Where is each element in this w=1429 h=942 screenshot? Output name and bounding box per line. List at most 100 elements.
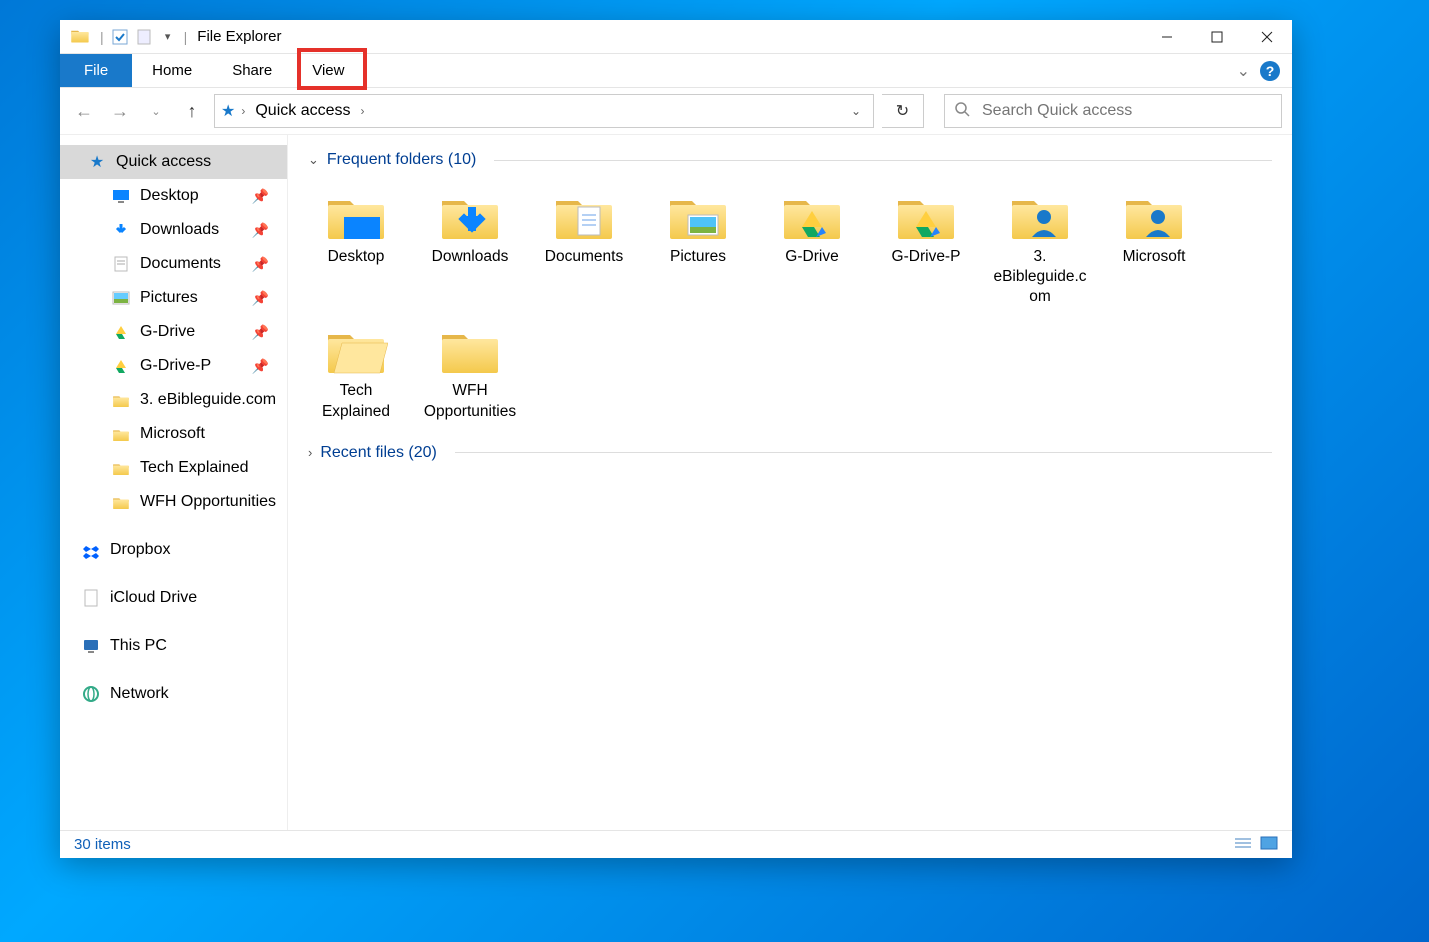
tree-item[interactable]: Downloads 📌 — [74, 213, 287, 247]
tree-network[interactable]: Network — [60, 677, 287, 711]
download-icon — [434, 185, 506, 241]
folder-label: G-Drive — [785, 247, 838, 267]
gdrive-icon — [112, 323, 130, 341]
tree-item[interactable]: G-Drive-P📌 — [74, 349, 287, 383]
tab-home[interactable]: Home — [132, 54, 212, 87]
folder-label: 3. eBibleguide.com — [992, 247, 1088, 307]
back-button[interactable]: ← — [70, 97, 98, 125]
folder-item[interactable]: Tech Explained — [308, 313, 404, 421]
qat-doc-icon[interactable] — [134, 27, 154, 47]
folder-item[interactable]: Microsoft — [1106, 179, 1202, 307]
address-dropdown-icon[interactable]: ⌄ — [845, 104, 867, 118]
quick-access-star-icon: ★ — [221, 101, 235, 121]
close-button[interactable] — [1242, 20, 1292, 53]
section-recent-files[interactable]: › Recent files (20) — [308, 444, 1272, 462]
tree-item[interactable]: Desktop📌 — [74, 179, 287, 213]
folder-item[interactable]: Pictures — [650, 179, 746, 307]
chevron-right-icon[interactable]: › — [358, 104, 366, 118]
tree-label: iCloud Drive — [110, 589, 197, 607]
expand-icon: › — [308, 445, 312, 460]
titlebar: | ▾ | File Explorer — [60, 20, 1292, 54]
document-icon — [82, 589, 100, 607]
desktop-icon — [320, 185, 392, 241]
tree-item[interactable]: WFH Opportunities — [74, 485, 287, 519]
folder-item[interactable]: Documents — [536, 179, 632, 307]
address-bar[interactable]: ★ › Quick access › ⌄ — [214, 94, 874, 128]
tree-item[interactable]: Pictures 📌 — [74, 281, 287, 315]
collapse-icon: ⌄ — [308, 152, 319, 168]
folder-label: Documents — [545, 247, 623, 267]
section-frequent-folders[interactable]: ⌄ Frequent folders (10) — [308, 151, 1272, 169]
tree-item-label: Desktop — [140, 187, 199, 205]
computer-icon — [82, 637, 100, 655]
tree-this-pc[interactable]: This PC — [60, 629, 287, 663]
tree-dropbox[interactable]: Dropbox — [60, 533, 287, 567]
pin-icon: 📌 — [252, 222, 287, 239]
ribbon-expand-icon[interactable]: ⌄ — [1237, 61, 1250, 81]
qat-dropdown-icon[interactable]: ▾ — [158, 27, 178, 47]
folder-item[interactable]: G-Drive-P — [878, 179, 974, 307]
search-icon — [955, 102, 970, 121]
tree-quick-access[interactable]: ★ Quick access — [60, 145, 287, 179]
star-icon: ★ — [88, 153, 106, 171]
qat-checkbox-icon[interactable] — [110, 27, 130, 47]
separator: | — [100, 29, 104, 45]
folder-label: Pictures — [670, 247, 726, 267]
tree-item-label: Microsoft — [140, 425, 205, 443]
tree-item[interactable]: Documents📌 — [74, 247, 287, 281]
search-input[interactable] — [982, 102, 1271, 120]
tree-item[interactable]: Tech Explained — [74, 451, 287, 485]
separator: | — [184, 29, 188, 45]
tab-share[interactable]: Share — [212, 54, 292, 87]
folder-icon — [112, 493, 130, 511]
maximize-button[interactable] — [1192, 20, 1242, 53]
network-icon — [82, 685, 100, 703]
forward-button[interactable]: → — [106, 97, 134, 125]
navigation-tree: ★ Quick access Desktop📌Downloads📌Documen… — [60, 135, 288, 830]
chevron-right-icon[interactable]: › — [239, 104, 247, 118]
tree-item-label: Downloads — [140, 221, 219, 239]
tree-item[interactable]: 3. eBibleguide.com — [74, 383, 287, 417]
tree-label: Network — [110, 685, 169, 703]
folder-item[interactable]: Downloads — [422, 179, 518, 307]
file-explorer-window: | ▾ | File Explorer File Home Share View — [60, 20, 1292, 858]
help-icon[interactable]: ? — [1260, 61, 1280, 81]
folder-item[interactable]: G-Drive — [764, 179, 860, 307]
view-large-icons-button[interactable] — [1260, 836, 1278, 854]
folder-item[interactable]: 3. eBibleguide.com — [992, 179, 1088, 307]
tree-item[interactable]: Microsoft — [74, 417, 287, 451]
search-box[interactable] — [944, 94, 1282, 128]
person-icon — [1004, 185, 1076, 241]
tree-icloud[interactable]: iCloud Drive — [60, 581, 287, 615]
tab-view[interactable]: View — [292, 54, 364, 87]
status-bar: 30 items — [60, 830, 1292, 858]
folder-grid: Desktop Downloads Documents Pictures G-Drive… — [308, 179, 1272, 422]
person-icon — [1118, 185, 1190, 241]
tree-item-label: Pictures — [140, 289, 198, 307]
folder-label: WFH Opportunities — [422, 381, 518, 421]
section-title: Recent files (20) — [320, 444, 437, 462]
tree-item-label: G-Drive-P — [140, 357, 211, 375]
breadcrumb-location[interactable]: Quick access — [251, 102, 354, 120]
tree-label: Quick access — [116, 153, 211, 171]
document-icon — [548, 185, 620, 241]
folder-label: Downloads — [432, 247, 509, 267]
tree-item-label: Documents — [140, 255, 221, 273]
folder-item[interactable]: Desktop — [308, 179, 404, 307]
recent-locations-dropdown[interactable]: ⌄ — [142, 97, 170, 125]
pin-icon: 📌 — [252, 290, 287, 307]
folder-icon — [112, 391, 130, 409]
refresh-button[interactable]: ↻ — [882, 94, 924, 128]
folder-item[interactable]: WFH Opportunities — [422, 313, 518, 421]
status-text: 30 items — [74, 836, 131, 853]
folder-icon — [112, 459, 130, 477]
view-details-button[interactable] — [1234, 836, 1252, 854]
tree-label: This PC — [110, 637, 167, 655]
tree-item-label: 3. eBibleguide.com — [140, 391, 276, 409]
pictures-icon — [662, 185, 734, 241]
minimize-button[interactable] — [1142, 20, 1192, 53]
up-button[interactable]: ↑ — [178, 97, 206, 125]
tree-item-label: Tech Explained — [140, 459, 249, 477]
tree-item[interactable]: G-Drive📌 — [74, 315, 287, 349]
tab-file[interactable]: File — [60, 54, 132, 87]
